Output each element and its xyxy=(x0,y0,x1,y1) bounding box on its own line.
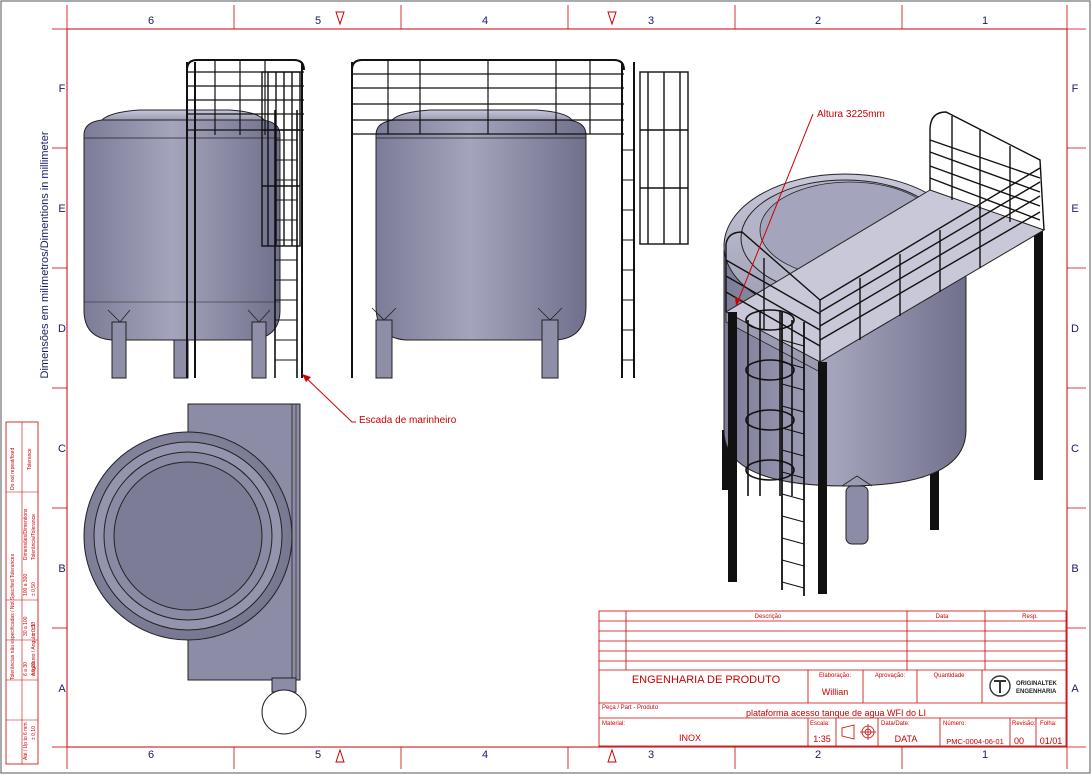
zone-row-left-C: C xyxy=(58,443,66,455)
rev-header-descricao: Descrição xyxy=(755,614,782,620)
value-3: ± 0,50 xyxy=(31,582,37,596)
callout-escada-text: Escada de marinheiro xyxy=(359,415,457,426)
projection-symbol xyxy=(841,724,876,740)
data-label: Data/Date: xyxy=(881,721,910,727)
revisao-label: Revisão: xyxy=(1012,721,1036,727)
folha-label: Folha: xyxy=(1040,721,1057,727)
callout-altura-text: Altura 3225mm xyxy=(817,109,885,120)
tolerance-title-label: Tolerance xyxy=(27,448,33,470)
folha-value: 01/01 xyxy=(1040,736,1063,746)
zone-row-right-A: A xyxy=(1071,683,1079,695)
numero-value: PMC-0004-06-01 xyxy=(946,737,1004,746)
do-not-repeat-label: Do not repeat/fixed xyxy=(10,448,16,490)
range-3: 100 a 300 xyxy=(23,574,29,596)
zone-col-top-6: 6 xyxy=(148,15,154,27)
zone-col-bottom-3: 3 xyxy=(648,749,654,761)
front-view-with-ladder xyxy=(83,59,305,379)
zone-row-left-D: D xyxy=(58,323,66,335)
range-2: 30 a 100 xyxy=(23,616,29,636)
company-logo xyxy=(989,675,1011,697)
drawing-title: plataforma acesso tanque de agua WFI do … xyxy=(746,708,926,718)
title-block-text: Descrição Data Resp. ENGENHARIA DE PRODU… xyxy=(602,614,1062,746)
callout-escada: Escada de marinheiro xyxy=(301,373,457,426)
material-value: INOX xyxy=(679,733,701,743)
dimensions-label: Dimensões/Dimentions xyxy=(23,508,29,560)
company-name-line1: ORIGINALTEK xyxy=(1016,681,1058,687)
units-side-label: Dimensões em milímetros/Dimentions in mi… xyxy=(39,131,51,378)
tolerance-label: Tolerância/Tolerance xyxy=(31,514,37,560)
zone-col-bottom-1: 1 xyxy=(982,749,988,761)
zone-row-right-D: D xyxy=(1071,323,1079,335)
zone-col-bottom-4: 4 xyxy=(482,749,488,761)
top-view xyxy=(83,403,307,735)
rev-header-resp: Resp. xyxy=(1022,614,1038,620)
zone-row-left-A: A xyxy=(58,683,66,695)
quantidade-label: Quantidade xyxy=(933,673,965,679)
material-label: Material: xyxy=(602,721,625,727)
range-1: 6 a 30 xyxy=(23,662,29,676)
zone-col-top-5: 5 xyxy=(315,15,321,27)
zone-col-bottom-2: 2 xyxy=(815,749,821,761)
tolerance-header: Tolerâncias não especificadas / Not Spec… xyxy=(10,553,16,680)
zone-row-right-E: E xyxy=(1071,203,1078,215)
elaboracao-value: Willian xyxy=(822,687,849,697)
zone-col-top-3: 3 xyxy=(648,15,654,27)
data-value: DATA xyxy=(895,734,918,744)
side-view xyxy=(351,59,689,379)
peca-label: Peça / Part - Produto xyxy=(602,705,659,711)
zone-col-bottom-5: 5 xyxy=(315,749,321,761)
zone-row-left-E: E xyxy=(58,203,65,215)
numero-label: Número: xyxy=(943,721,966,727)
isometric-view xyxy=(722,111,1046,596)
zone-col-top-2: 2 xyxy=(815,15,821,27)
zone-row-left-B: B xyxy=(58,563,65,575)
department-name: ENGENHARIA DE PRODUTO xyxy=(632,674,781,686)
range-0: Até / Up to 6 mm xyxy=(23,722,29,760)
elaboracao-label: Elaboração: xyxy=(819,673,851,679)
zone-row-right-C: C xyxy=(1071,443,1079,455)
zone-row-left-F: F xyxy=(59,83,66,95)
rev-header-data: Data xyxy=(936,614,949,620)
angular-tolerance: Angulares / Angular: ±1° xyxy=(31,622,37,676)
escala-label: Escala: xyxy=(810,721,830,727)
tolerance-block: Do not repeat/fixed Tolerance Tolerância… xyxy=(5,421,39,765)
company-name-line2: ENGENHARIA xyxy=(1016,689,1057,695)
value-0: ± 0,10 xyxy=(31,726,37,740)
zone-row-right-B: B xyxy=(1071,563,1078,575)
revisao-value: 00 xyxy=(1014,736,1024,746)
zone-col-bottom-6: 6 xyxy=(148,749,154,761)
zone-row-right-F: F xyxy=(1072,83,1079,95)
technical-drawing-sheet: 6 5 4 3 2 1 6 5 4 3 2 1 F E D C B A F E … xyxy=(0,0,1091,774)
zone-col-top-1: 1 xyxy=(982,15,988,27)
aprovacao-label: Aprovação: xyxy=(875,673,906,679)
escala-value: 1:35 xyxy=(813,734,831,744)
zone-col-top-4: 4 xyxy=(482,15,488,27)
